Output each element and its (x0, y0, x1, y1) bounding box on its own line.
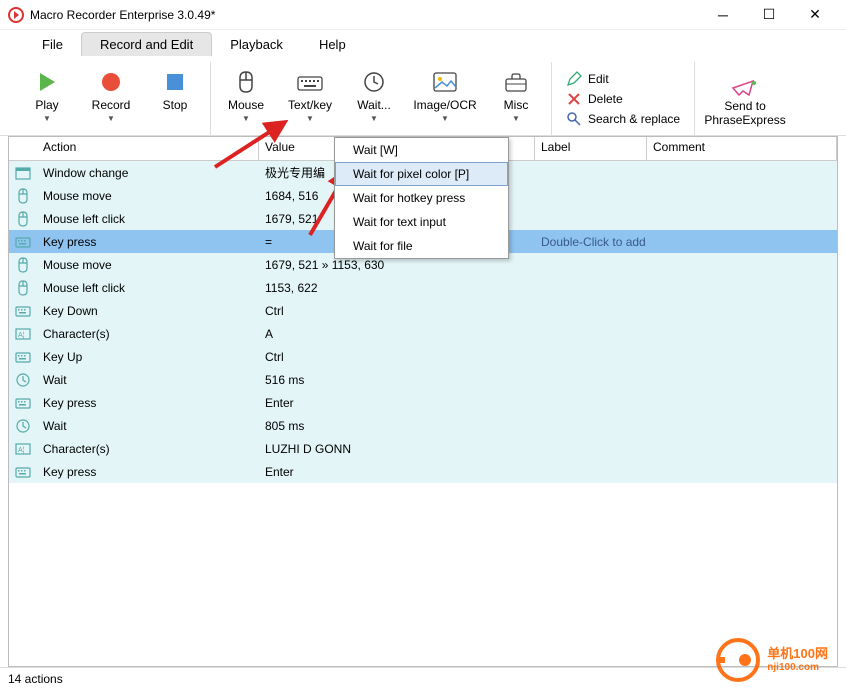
record-button[interactable]: Record ▼ (84, 62, 138, 135)
stop-button[interactable]: Stop (148, 62, 202, 135)
maximize-button[interactable]: ☐ (746, 0, 792, 30)
table-row[interactable]: Key DownCtrl (9, 299, 837, 322)
mouse-icon (236, 68, 256, 96)
send-icon (731, 77, 759, 99)
row-icon (9, 280, 37, 296)
row-value: 516 ms (259, 373, 535, 387)
edit-button[interactable]: Edit (566, 71, 680, 87)
phrase-express-button[interactable]: Send to PhraseExpress (695, 62, 795, 135)
wait-button[interactable]: Wait... ▼ (347, 62, 401, 135)
app-icon (8, 7, 24, 23)
row-value: Enter (259, 465, 535, 479)
row-action: Mouse left click (37, 212, 259, 226)
close-button[interactable]: ✕ (792, 0, 838, 30)
search-icon (566, 111, 582, 127)
window-title: Macro Recorder Enterprise 3.0.49* (30, 8, 700, 22)
row-action: Mouse move (37, 258, 259, 272)
row-value: Ctrl (259, 350, 535, 364)
menu-file[interactable]: File (24, 33, 81, 56)
titlebar: Macro Recorder Enterprise 3.0.49* ─ ☐ ✕ (0, 0, 846, 30)
svg-text:A¦: A¦ (18, 447, 25, 454)
minimize-button[interactable]: ─ (700, 0, 746, 30)
row-action: Mouse left click (37, 281, 259, 295)
row-icon (9, 395, 37, 411)
play-icon (36, 68, 58, 96)
row-action: Wait (37, 373, 259, 387)
textkey-button[interactable]: Text/key ▼ (283, 62, 337, 135)
row-action: Character(s) (37, 327, 259, 341)
clock-icon (363, 68, 385, 96)
row-action: Key press (37, 465, 259, 479)
row-action: Key Up (37, 350, 259, 364)
row-icon: A¦ (9, 326, 37, 342)
table-row[interactable]: Wait805 ms (9, 414, 837, 437)
svg-text:A¦: A¦ (18, 332, 25, 339)
column-label[interactable]: Label (535, 137, 647, 160)
row-action: Mouse move (37, 189, 259, 203)
dropdown-wait-text[interactable]: Wait for text input (335, 210, 508, 234)
watermark: 单机100网 nji100.com (715, 637, 828, 683)
wait-dropdown: Wait [W] Wait for pixel color [P] Wait f… (334, 137, 509, 259)
menu-playback[interactable]: Playback (212, 33, 301, 56)
row-value: 805 ms (259, 419, 535, 433)
row-action: Key Down (37, 304, 259, 318)
table-row[interactable]: Key UpCtrl (9, 345, 837, 368)
record-icon (100, 68, 122, 96)
misc-button[interactable]: Misc ▼ (489, 62, 543, 135)
toolbox-icon (504, 68, 528, 96)
row-icon (9, 211, 37, 227)
row-action: Character(s) (37, 442, 259, 456)
window-controls: ─ ☐ ✕ (700, 0, 838, 30)
table-row[interactable]: Mouse left click1153, 622 (9, 276, 837, 299)
row-action: Key press (37, 235, 259, 249)
ribbon: Play ▼ Record ▼ Stop Mouse ▼ Text/key ▼ … (0, 58, 846, 136)
row-icon (9, 234, 37, 250)
row-value: Enter (259, 396, 535, 410)
dropdown-wait[interactable]: Wait [W] (335, 138, 508, 162)
watermark-icon (715, 637, 761, 683)
column-action[interactable]: Action (37, 137, 259, 160)
keyboard-icon (297, 68, 323, 96)
table-row[interactable]: Wait516 ms (9, 368, 837, 391)
row-value: 1679, 521 » 1153, 630 (259, 258, 535, 272)
menubar: File Record and Edit Playback Help (0, 30, 846, 58)
row-icon (9, 349, 37, 365)
row-value: 1153, 622 (259, 281, 535, 295)
dropdown-wait-pixel[interactable]: Wait for pixel color [P] (335, 162, 508, 186)
row-icon (9, 303, 37, 319)
status-text: 14 actions (8, 672, 63, 686)
delete-icon (566, 91, 582, 107)
row-icon (9, 165, 37, 181)
row-icon (9, 418, 37, 434)
mouse-button[interactable]: Mouse ▼ (219, 62, 273, 135)
row-icon (9, 188, 37, 204)
table-row[interactable]: A¦ Character(s)A (9, 322, 837, 345)
menu-record-edit[interactable]: Record and Edit (81, 32, 212, 56)
table-row[interactable]: Key pressEnter (9, 460, 837, 483)
dropdown-wait-hotkey[interactable]: Wait for hotkey press (335, 186, 508, 210)
row-value: A (259, 327, 535, 341)
row-icon: A¦ (9, 441, 37, 457)
search-replace-button[interactable]: Search & replace (566, 111, 680, 127)
row-value: Ctrl (259, 304, 535, 318)
row-action: Key press (37, 396, 259, 410)
image-icon (433, 68, 457, 96)
delete-button[interactable]: Delete (566, 91, 680, 107)
row-icon (9, 257, 37, 273)
row-value: LUZHI D GONN (259, 442, 535, 456)
pencil-icon (566, 71, 582, 87)
stop-icon (165, 68, 185, 96)
table-row[interactable]: Key pressEnter (9, 391, 837, 414)
column-comment[interactable]: Comment (647, 137, 837, 160)
row-label: Double-Click to add (535, 235, 647, 249)
dropdown-wait-file[interactable]: Wait for file (335, 234, 508, 258)
row-action: Window change (37, 166, 259, 180)
table-row[interactable]: A¦ Character(s)LUZHI D GONN (9, 437, 837, 460)
row-action: Wait (37, 419, 259, 433)
row-icon (9, 372, 37, 388)
row-icon (9, 464, 37, 480)
play-button[interactable]: Play ▼ (20, 62, 74, 135)
image-ocr-button[interactable]: Image/OCR ▼ (411, 62, 479, 135)
menu-help[interactable]: Help (301, 33, 364, 56)
